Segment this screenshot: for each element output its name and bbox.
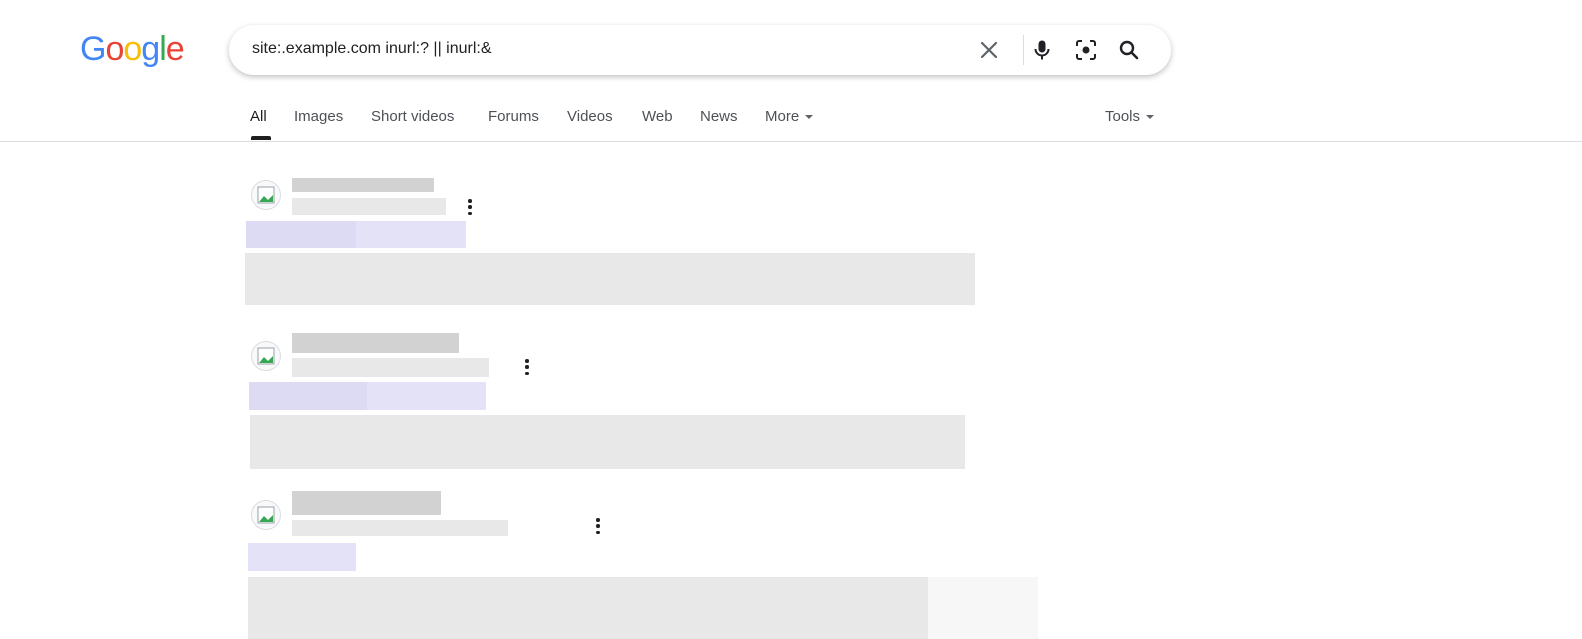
tools-button[interactable]: Tools: [1105, 108, 1155, 125]
result-title-placeholder[interactable]: [356, 221, 466, 248]
tab-images[interactable]: Images: [294, 108, 343, 125]
search-box[interactable]: site:.example.com inurl:? || inurl:&: [229, 25, 1171, 75]
result-title-placeholder[interactable]: [249, 382, 367, 410]
site-name-placeholder: [292, 178, 434, 192]
site-url-placeholder: [292, 358, 489, 377]
tools-label: Tools: [1105, 108, 1141, 125]
lens-icon[interactable]: [1074, 38, 1098, 62]
result-snippet-placeholder: [928, 577, 1038, 639]
more-options-icon[interactable]: [525, 359, 529, 375]
favicon-icon: [251, 500, 281, 530]
tab-forums[interactable]: Forums: [488, 108, 539, 125]
more-options-icon[interactable]: [468, 199, 472, 215]
search-divider: [1023, 35, 1024, 65]
tab-news[interactable]: News: [700, 108, 738, 125]
search-icon[interactable]: [1117, 38, 1141, 62]
tab-more-label: More: [765, 108, 800, 125]
tab-more[interactable]: More: [765, 108, 814, 125]
result-snippet-placeholder: [248, 577, 928, 639]
result-snippet-placeholder: [245, 253, 975, 305]
favicon-icon: [251, 341, 281, 371]
chevron-down-icon: [805, 115, 814, 120]
tabs-divider: [0, 141, 1582, 142]
logo-letter: e: [165, 30, 185, 68]
logo-letter: o: [123, 30, 142, 68]
google-logo[interactable]: Google: [80, 30, 185, 69]
tab-web[interactable]: Web: [642, 108, 673, 125]
chevron-down-icon: [1146, 115, 1155, 120]
logo-letter: o: [105, 30, 124, 68]
search-input[interactable]: site:.example.com inurl:? || inurl:&: [252, 40, 492, 58]
result-title-placeholder[interactable]: [367, 382, 486, 410]
site-name-placeholder: [292, 491, 441, 515]
tab-all[interactable]: All: [250, 108, 267, 125]
result-title-placeholder[interactable]: [246, 221, 356, 248]
site-name-placeholder: [292, 333, 459, 353]
more-options-icon[interactable]: [596, 518, 600, 534]
logo-letter: g: [141, 30, 160, 68]
active-tab-indicator: [251, 136, 271, 140]
result-title-placeholder[interactable]: [248, 543, 356, 571]
favicon-icon: [251, 180, 281, 210]
logo-letter: G: [80, 30, 106, 68]
microphone-icon[interactable]: [1030, 38, 1054, 62]
result-snippet-placeholder: [250, 415, 965, 469]
site-url-placeholder: [292, 520, 508, 536]
close-icon[interactable]: [977, 38, 1001, 62]
tab-videos[interactable]: Videos: [567, 108, 613, 125]
tab-short-videos[interactable]: Short videos: [371, 108, 454, 125]
site-url-placeholder: [292, 198, 446, 215]
